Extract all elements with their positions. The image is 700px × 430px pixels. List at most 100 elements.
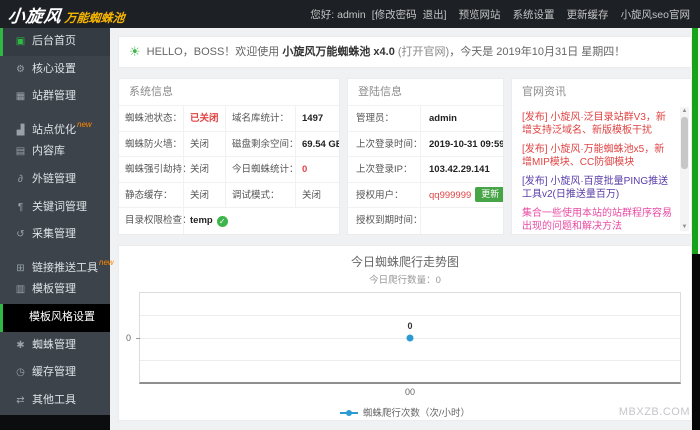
news-link[interactable]: 集合一些使用本站的站群程序容易出现的问题和解决方法 bbox=[522, 207, 673, 233]
welcome-date-text: ，今天是 2019年10月31日 星期四！ bbox=[449, 46, 626, 58]
refresh-cache-link[interactable]: 更新缓存 bbox=[567, 9, 609, 21]
sidebar-item-label: 蜘蛛管理 bbox=[32, 338, 76, 351]
field-label: 域名库统计： bbox=[225, 106, 295, 132]
content-library-icon: ▤ bbox=[15, 146, 26, 158]
chart-title: 今日蜘蛛爬行走势图 bbox=[350, 255, 459, 269]
last-login-time-value: 2019-10-31 09:59 bbox=[420, 131, 503, 157]
sidebar-item-other-tools[interactable]: ⇄ 其他工具 bbox=[0, 387, 110, 415]
sidebar-item-label: 采集管理 bbox=[32, 228, 76, 241]
field-label: 蜘蛛池状态： bbox=[125, 113, 183, 124]
disk-space-value: 69.54 GB bbox=[295, 131, 339, 157]
dashboard-icon: ▣ bbox=[15, 36, 26, 47]
sidebar-item-templates[interactable]: ▥ 模板管理 bbox=[0, 276, 110, 304]
sidebar-item-keywords[interactable]: ¶ 关键词管理 bbox=[0, 194, 110, 222]
field-label: 上次登录时间： bbox=[356, 138, 423, 150]
field-label: 管理员： bbox=[356, 113, 395, 124]
sidebar-item-content-library[interactable]: ▤ 内容库 bbox=[0, 138, 110, 166]
field-label: 蜘蛛防火墙： bbox=[125, 138, 183, 150]
chart-plot-wrap: 0 0 00 bbox=[126, 292, 681, 397]
welcome-text: HELLO，BOSS！欢迎使用 bbox=[146, 46, 283, 58]
scrollbar-thumb[interactable] bbox=[681, 117, 688, 169]
sidebar-item-label: 外链管理 bbox=[32, 172, 76, 185]
system-info-panel: 系统信息 蜘蛛池状态： 已关闭 域名库统计： 1497 蜘蛛防火墙： 关闭 磁盘剩余空间：… bbox=[118, 78, 340, 235]
gridline bbox=[140, 315, 680, 317]
gridline bbox=[140, 359, 680, 361]
sidebar-item-label: 缓存管理 bbox=[32, 366, 76, 379]
system-settings-link[interactable]: 系统设置 bbox=[513, 9, 555, 21]
sidebar-item-label: 内容库 bbox=[32, 145, 65, 158]
table-row: 上次登录时间： 2019-10-31 09:59 bbox=[348, 130, 503, 157]
news-panel: 官网资讯 [发布] 小旋风·泛目录站群V3，新增支持泛域名、新版模板干扰 [发布… bbox=[511, 78, 692, 235]
screen-edge-black-strip bbox=[692, 254, 700, 430]
new-badge: new bbox=[77, 119, 92, 129]
field-label: 磁盘剩余空间： bbox=[225, 131, 299, 157]
sidebar-subitem-template-style[interactable]: 模板风格设置 bbox=[0, 303, 110, 332]
external-link-icon: ∂ bbox=[18, 173, 23, 185]
legend-line-marker-icon bbox=[339, 409, 358, 416]
sidebar-item-site-optimize[interactable]: ▟ 站点优化new bbox=[0, 111, 110, 139]
sidebar-item-label: 链接推送工具 bbox=[32, 261, 98, 274]
keyword-icon: ¶ bbox=[17, 201, 24, 213]
site-group-icon: ▦ bbox=[15, 91, 26, 103]
data-point-dot bbox=[406, 334, 414, 341]
table-row: 授权用户： qq999999 更新 bbox=[348, 181, 503, 208]
sidebar-item-label: 站群管理 bbox=[32, 90, 76, 103]
sidebar-item-cache[interactable]: ◷ 缓存管理 bbox=[0, 359, 110, 387]
login-info-title: 登陆信息 bbox=[358, 86, 402, 98]
license-user-cell: qq999999 更新 bbox=[420, 182, 503, 208]
table-row: 蜘蛛池状态： 已关闭 域名库统计： 1497 bbox=[119, 105, 339, 132]
sidebar-item-label: 模板管理 bbox=[32, 283, 76, 296]
table-row: 目录权限检查： temp ✓ bbox=[119, 207, 339, 234]
field-label: 蜘蛛强引劫持： bbox=[125, 164, 192, 175]
bracket-close: ] bbox=[443, 8, 447, 21]
spider-pool-status-value: 已关闭 bbox=[183, 106, 225, 132]
scroll-up-icon[interactable]: ▲ bbox=[680, 107, 689, 115]
scroll-down-icon[interactable]: ▼ bbox=[680, 223, 689, 231]
main-content: ☀ HELLO，BOSS！欢迎使用 小旋风万能蜘蛛池 x4.0 (打开官网)，今天… bbox=[110, 28, 700, 430]
update-license-button[interactable]: 更新 bbox=[475, 186, 503, 202]
preview-site-link[interactable]: 预览网站 bbox=[459, 9, 501, 21]
open-official-site-link[interactable]: (打开官网) bbox=[398, 46, 449, 58]
news-link[interactable]: [发布] 小旋风·泛目录站群V3，新增支持泛域名、新版模板干扰 bbox=[522, 111, 673, 137]
table-row: 管理员： admin bbox=[348, 105, 503, 132]
news-scrollbar[interactable]: ▲ ▼ bbox=[680, 107, 689, 231]
change-password-link[interactable]: 修改密码 bbox=[375, 9, 417, 21]
template-icon: ▥ bbox=[15, 284, 26, 296]
system-info-title: 系统信息 bbox=[129, 86, 173, 98]
sidebar-item-link-push[interactable]: ⊞ 链接推送工具new bbox=[0, 249, 113, 277]
sidebar: ▣ 后台首页 ⚙ 核心设置 ▦ 站群管理 ▟ 站点优化new ▤ 内容库 ∂ 外链管理 ¶ 关… bbox=[0, 28, 114, 415]
sidebar-footer bbox=[0, 415, 110, 430]
table-row: 授权到期时间： bbox=[348, 207, 503, 234]
x-axis-tick-label: 00 bbox=[404, 387, 415, 397]
field-label: 今日蜘蛛统计： bbox=[225, 157, 299, 183]
app-logo: 小旋风万能蜘蛛池 bbox=[0, 2, 126, 27]
field-label: 授权到期时间： bbox=[356, 215, 423, 226]
field-label: 调试模式： bbox=[225, 182, 295, 208]
news-link[interactable]: [发布] 小旋风·万能蜘蛛池x5，新增MIP模块、CC防御模块 bbox=[522, 143, 673, 169]
new-badge: new bbox=[99, 257, 114, 267]
watermark-text: MBXZB.COM bbox=[618, 406, 690, 418]
hijack-status-value: 关闭 bbox=[183, 157, 225, 183]
news-link[interactable]: [发布] 小旋风·百度批量PING推送工具v2(日推送量百万) bbox=[522, 175, 673, 201]
field-label: 授权用户： bbox=[356, 189, 404, 201]
y-axis-tick-mark bbox=[136, 337, 140, 339]
logout-link[interactable]: 退出 bbox=[423, 9, 444, 21]
spider-icon: ✱ bbox=[16, 339, 25, 351]
sidebar-item-core-settings[interactable]: ⚙ 核心设置 bbox=[0, 56, 110, 84]
sidebar-item-label: 其他工具 bbox=[32, 393, 76, 406]
sun-icon: ☀ bbox=[129, 44, 141, 59]
sidebar-item-external-links[interactable]: ∂ 外链管理 bbox=[0, 166, 110, 194]
sidebar-item-site-group[interactable]: ▦ 站群管理 bbox=[0, 83, 110, 111]
static-cache-status-value: 关闭 bbox=[183, 182, 225, 208]
admin-name-value: admin bbox=[420, 106, 503, 132]
y-axis-tick-label: 0 bbox=[126, 332, 132, 343]
license-user-value: qq999999 bbox=[429, 189, 472, 201]
sidebar-item-collect[interactable]: ↺ 采集管理 bbox=[0, 221, 110, 249]
news-panel-title: 官网资讯 bbox=[522, 86, 566, 98]
sidebar-item-spider[interactable]: ✱ 蜘蛛管理 bbox=[0, 332, 110, 360]
firewall-status-value: 关闭 bbox=[183, 131, 225, 157]
sidebar-item-dashboard[interactable]: ▣ 后台首页 bbox=[0, 28, 110, 56]
license-expiry-value bbox=[420, 208, 503, 234]
news-list: [发布] 小旋风·泛目录站群V3，新增支持泛域名、新版模板干扰 [发布] 小旋风… bbox=[512, 105, 691, 234]
official-site-link[interactable]: 小旋风seo官网 bbox=[621, 9, 690, 21]
